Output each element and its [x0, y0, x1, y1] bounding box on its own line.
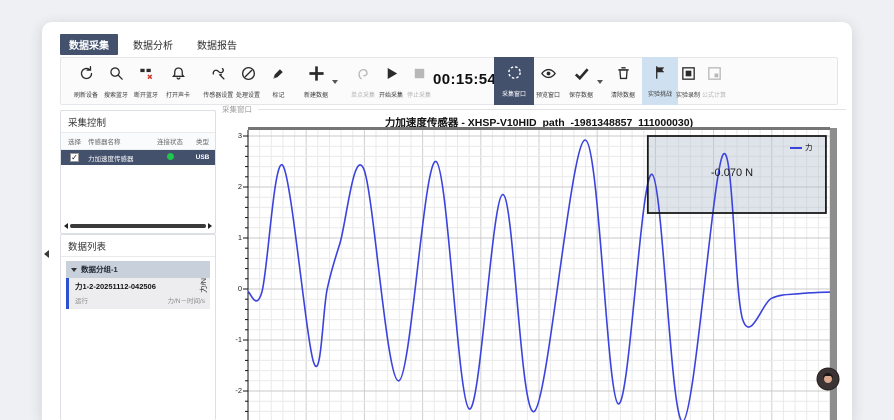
y-tick-label: 1	[222, 233, 242, 242]
new-data-dropdown-icon[interactable]	[332, 80, 338, 84]
refresh-device-button[interactable]: 刷新设备	[71, 58, 101, 105]
legend-line-swatch	[790, 147, 802, 149]
y-tick-label: 2	[222, 182, 242, 191]
save-data-icon	[573, 65, 590, 87]
tab-analyze[interactable]: 数据分析	[124, 34, 182, 55]
start-collect-button[interactable]: 开始采集	[376, 58, 406, 105]
search-bluetooth-button[interactable]: 搜索蓝牙	[101, 58, 131, 105]
disconnect-bluetooth-icon	[138, 65, 155, 87]
collect-window-button[interactable]: 采集窗口	[494, 57, 534, 105]
stop-collect-button: 停止采集	[404, 58, 434, 105]
y-tick-label: 3	[222, 131, 242, 140]
scroll-left-icon[interactable]	[64, 223, 68, 229]
y-tick-label: -2	[222, 386, 242, 395]
tab-report[interactable]: 数据报告	[188, 34, 246, 55]
preview-window-icon	[540, 65, 557, 87]
chevron-down-icon	[71, 268, 77, 272]
collect-control-title: 采集控制	[61, 111, 215, 133]
search-bluetooth-icon	[108, 65, 125, 87]
scrollbar-thumb[interactable]	[70, 224, 206, 228]
y-tick-label: 0	[222, 284, 242, 293]
col-header: 选择	[61, 136, 88, 146]
horizontal-scrollbar[interactable]	[64, 223, 212, 229]
sensor-checkbox[interactable]: ✓	[70, 153, 79, 162]
formula-calc-button: 公式计算	[699, 58, 729, 105]
disconnect-bluetooth-button[interactable]: 断开蓝牙	[131, 58, 161, 105]
measurement-readout: -0.070 N	[711, 167, 753, 179]
start-collect-icon	[383, 65, 400, 87]
save-data-button[interactable]: 保存数据	[566, 58, 596, 105]
y-tick-label: -1	[222, 335, 242, 344]
sensor-settings-button[interactable]: 传感器设置	[203, 58, 233, 105]
sensor-name: 力加速度传感器	[88, 153, 150, 163]
data-item-title: 力1-2-20251112-042506	[75, 281, 205, 292]
formula-calc-icon	[706, 65, 723, 87]
single-point-collect-button: 单点采集	[348, 58, 378, 105]
data-item-status: 运行	[75, 295, 88, 305]
sensor-table-header: 选择传感器名称连接状态类型	[61, 133, 215, 150]
marker-icon	[270, 65, 287, 87]
col-header: 传感器名称	[88, 136, 150, 146]
data-list-title: 数据列表	[61, 235, 215, 257]
save-data-dropdown-icon[interactable]	[597, 80, 603, 84]
y-axis-label: 力/N	[198, 278, 209, 293]
new-data-icon	[308, 65, 325, 87]
refresh-device-icon	[78, 65, 95, 87]
process-settings-icon	[240, 65, 257, 87]
open-soundcard-icon	[170, 65, 187, 87]
preview-window-button[interactable]: 预览窗口	[533, 58, 563, 105]
toolbar: 00:15:54 刷新设备搜索蓝牙断开蓝牙打开声卡传感器设置处理设置标记新建数据…	[60, 57, 838, 105]
chart-panel: 采集窗口 力加速度传感器 - XHSP-V10HID_path_-1981348…	[200, 104, 850, 420]
marker-button[interactable]: 标记	[263, 58, 293, 105]
elapsed-timer: 00:15:54	[433, 71, 499, 88]
main-tabs: 数据采集数据分析数据报告	[60, 34, 246, 55]
clear-data-icon	[615, 65, 632, 87]
chart-panel-label: 采集窗口	[222, 104, 252, 115]
sensor-row[interactable]: ✓力加速度传感器USB	[61, 150, 215, 165]
single-point-collect-icon	[355, 65, 372, 87]
collect-window-icon	[506, 64, 523, 86]
process-settings-button[interactable]: 处理设置	[233, 58, 263, 105]
app-window: 数据采集数据分析数据报告 00:15:54 刷新设备搜索蓝牙断开蓝牙打开声卡传感…	[42, 22, 852, 420]
clear-data-button[interactable]: 清除数据	[608, 58, 638, 105]
chart-legend: 力	[790, 142, 813, 153]
open-soundcard-button[interactable]: 打开声卡	[163, 58, 193, 105]
data-group-header[interactable]: 数据分组-1	[66, 261, 210, 278]
sidebar-collapse-icon[interactable]	[44, 250, 49, 258]
status-dot	[167, 153, 174, 160]
stop-collect-icon	[411, 65, 428, 87]
experiment-record-icon	[680, 65, 697, 87]
user-avatar-button[interactable]	[816, 367, 840, 391]
data-list-item[interactable]: 力1-2-20251112-042506⋮运行力/N－时间/s	[66, 278, 210, 309]
new-data-button[interactable]: 新建数据	[301, 58, 331, 105]
tab-collect[interactable]: 数据采集	[60, 34, 118, 55]
col-header: 连接状态	[150, 136, 190, 146]
data-list-panel: 数据列表 数据分组-1 力1-2-20251112-042506⋮运行力/N－时…	[60, 234, 216, 420]
sensor-settings-icon	[210, 65, 227, 87]
collect-control-panel: 采集控制 选择传感器名称连接状态类型 ✓力加速度传感器USB	[60, 110, 216, 234]
experiment-challenge-icon	[652, 64, 669, 86]
